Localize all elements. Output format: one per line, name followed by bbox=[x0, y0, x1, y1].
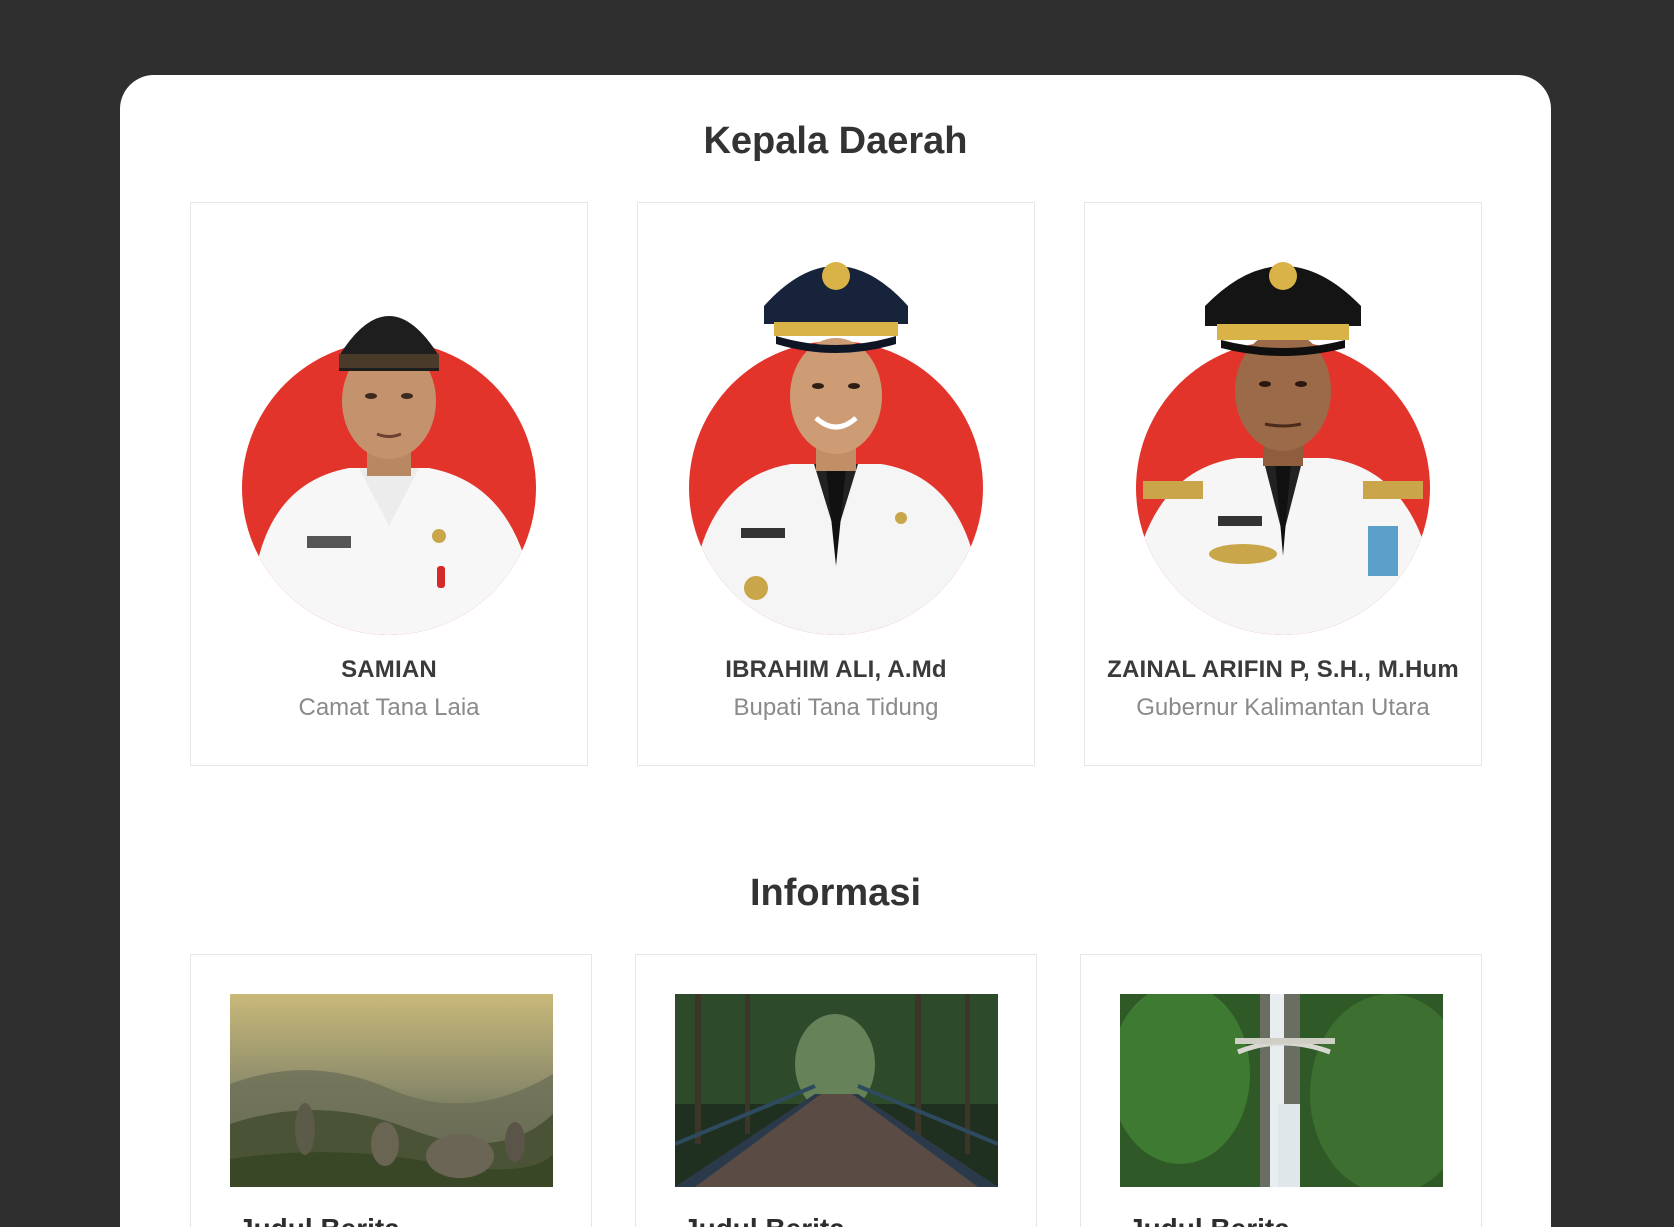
forest-bridge-photo bbox=[675, 994, 998, 1187]
waterfall-bridge-photo bbox=[1120, 994, 1443, 1187]
news-card[interactable]: Judul Berita bbox=[190, 954, 592, 1227]
person-photo bbox=[1138, 262, 1428, 635]
news-title[interactable]: Judul Berita bbox=[683, 1213, 845, 1227]
news-card[interactable]: Judul Berita bbox=[1080, 954, 1482, 1227]
portrait bbox=[686, 236, 986, 636]
section-title-kepala-daerah: Kepala Daerah bbox=[703, 120, 968, 162]
mountain-valley-photo bbox=[230, 994, 553, 1187]
person-photo bbox=[259, 316, 524, 635]
section-title-informasi: Informasi bbox=[749, 872, 922, 914]
news-card[interactable]: Judul Berita bbox=[635, 954, 1037, 1227]
content-panel: Kepala Daerah SAMIAN Camat Tana Laia IBR… bbox=[120, 75, 1551, 1227]
leader-name: ZAINAL ARIFIN P, S.H., M.Hum bbox=[1107, 656, 1459, 683]
device-frame: Kepala Daerah SAMIAN Camat Tana Laia IBR… bbox=[0, 0, 1674, 1227]
news-title[interactable]: Judul Berita bbox=[1128, 1213, 1290, 1227]
leader-card-ibrahim-ali[interactable]: IBRAHIM ALI, A.Md Bupati Tana Tidung bbox=[637, 202, 1035, 766]
leader-card-samian[interactable]: SAMIAN Camat Tana Laia bbox=[190, 202, 588, 766]
leader-name: SAMIAN bbox=[341, 656, 437, 683]
leader-role: Bupati Tana Tidung bbox=[733, 694, 939, 721]
leader-role: Gubernur Kalimantan Utara bbox=[1136, 694, 1430, 721]
leader-card-zainal-arifin[interactable]: ZAINAL ARIFIN P, S.H., M.Hum Gubernur Ka… bbox=[1084, 202, 1482, 766]
portrait bbox=[1133, 236, 1433, 636]
leader-role: Camat Tana Laia bbox=[298, 694, 480, 721]
leader-name: IBRAHIM ALI, A.Md bbox=[725, 656, 947, 683]
news-title[interactable]: Judul Berita bbox=[238, 1213, 400, 1227]
portrait bbox=[239, 236, 539, 636]
person-photo bbox=[696, 262, 976, 635]
